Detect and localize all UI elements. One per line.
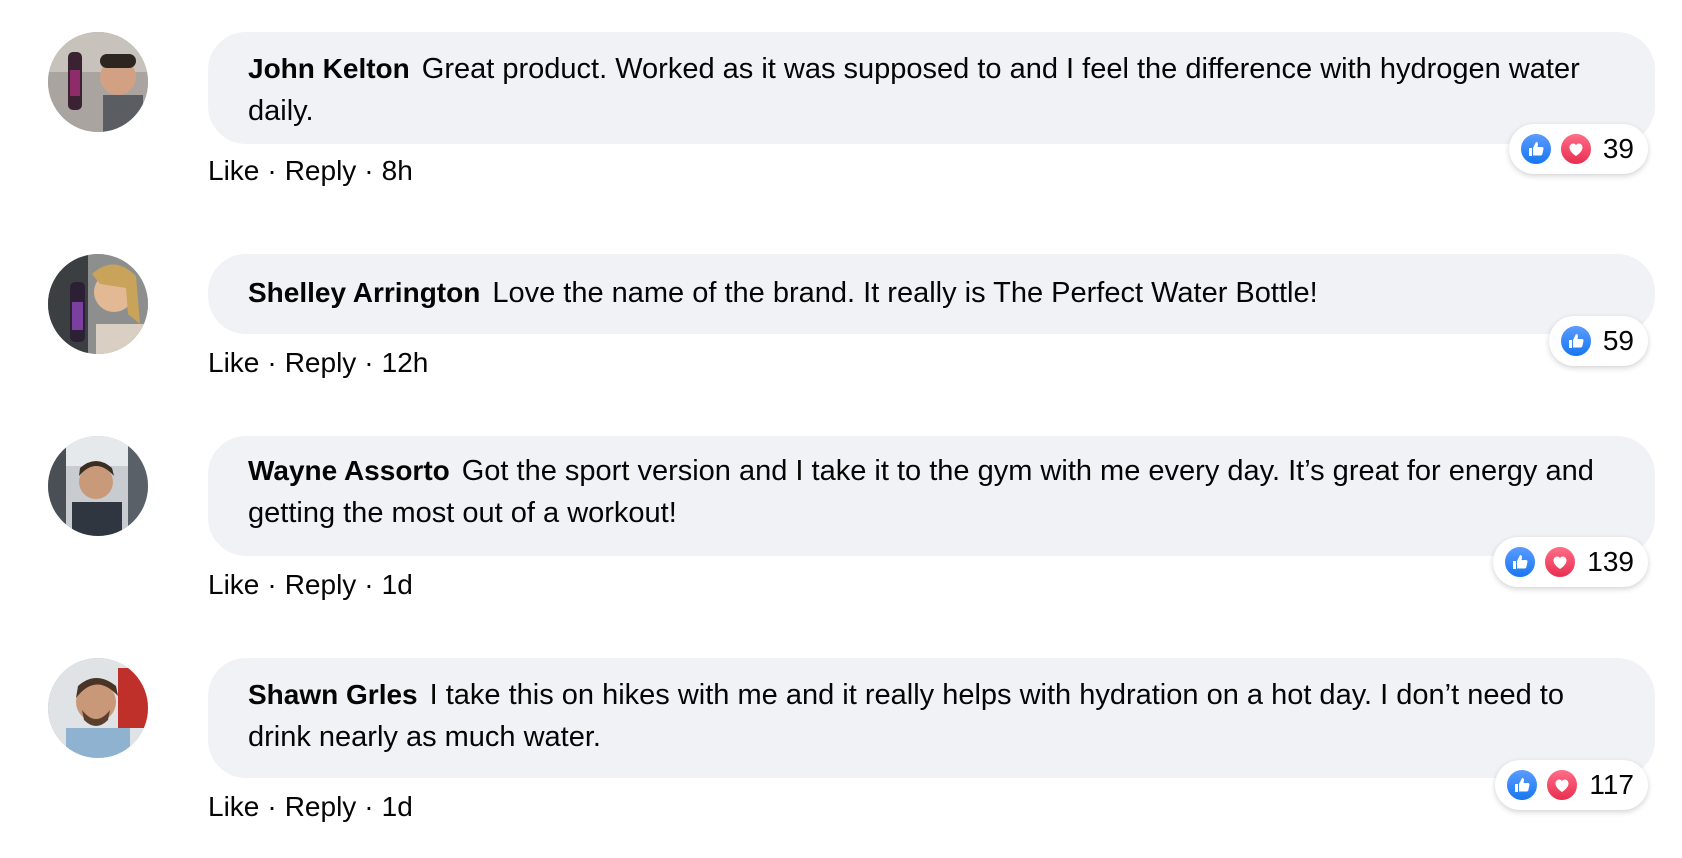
comment-text: Wayne Assorto Got the sport version and I… — [248, 450, 1611, 534]
timestamp[interactable]: 1d — [382, 569, 413, 601]
like-button[interactable]: Like — [208, 791, 259, 823]
reaction-summary[interactable]: 39 — [1508, 124, 1648, 174]
like-icon — [1503, 545, 1538, 579]
reaction-count: 59 — [1602, 325, 1634, 356]
separator: · — [364, 347, 374, 378]
comment-body: Love the name of the brand. It really is… — [492, 277, 1318, 309]
reply-button[interactable]: Reply — [285, 569, 357, 601]
separator: · — [364, 569, 374, 600]
comment-author[interactable]: Wayne Assorto — [248, 455, 450, 486]
comment-bubble: Shawn Grles I take this on hikes with me … — [208, 658, 1655, 778]
separator: · — [364, 791, 374, 822]
avatar-photo — [48, 32, 148, 132]
comment-bubble: Wayne Assorto Got the sport version and I… — [208, 436, 1655, 556]
love-icon — [1545, 768, 1580, 802]
avatar[interactable] — [48, 32, 148, 132]
reaction-count: 117 — [1589, 769, 1634, 800]
comment-author[interactable]: John Kelton — [248, 53, 410, 84]
comment-text: John Kelton Great product. Worked as it w… — [248, 48, 1611, 132]
separator: · — [267, 569, 277, 600]
comment-bubble: John Kelton Great product. Worked as it w… — [208, 32, 1655, 144]
like-button[interactable]: Like — [208, 155, 259, 187]
timestamp[interactable]: 1d — [382, 791, 413, 823]
like-button[interactable]: Like — [208, 569, 259, 601]
avatar[interactable] — [48, 436, 148, 536]
comment-text: Shawn Grles I take this on hikes with me … — [248, 674, 1611, 758]
reply-button[interactable]: Reply — [285, 791, 357, 823]
avatar-photo — [48, 658, 148, 758]
reaction-summary[interactable]: 117 — [1495, 760, 1648, 810]
reaction-summary[interactable]: 139 — [1493, 537, 1648, 587]
comment-actions: Like · Reply · 8h — [208, 155, 413, 187]
like-button[interactable]: Like — [208, 347, 259, 379]
comment-actions: Like · Reply · 1d — [208, 569, 413, 601]
timestamp[interactable]: 12h — [382, 347, 429, 379]
comment-text: Shelley Arrington Love the name of the br… — [248, 272, 1611, 314]
reaction-summary[interactable]: 59 — [1548, 316, 1648, 366]
like-icon — [1505, 768, 1540, 802]
avatar[interactable] — [48, 658, 148, 758]
reaction-count: 139 — [1587, 546, 1634, 577]
timestamp[interactable]: 8h — [382, 155, 413, 187]
avatar[interactable] — [48, 254, 148, 354]
love-icon — [1543, 545, 1578, 579]
like-icon — [1518, 132, 1553, 166]
separator: · — [364, 155, 374, 186]
avatar-photo — [48, 436, 148, 536]
separator: · — [267, 347, 277, 378]
comment-body: Great product. Worked as it was supposed… — [248, 53, 1580, 127]
comment-actions: Like · Reply · 12h — [208, 347, 428, 379]
reply-button[interactable]: Reply — [285, 155, 357, 187]
comment-author[interactable]: Shelley Arrington — [248, 277, 480, 308]
comment-author[interactable]: Shawn Grles — [248, 679, 418, 710]
comment-actions: Like · Reply · 1d — [208, 791, 413, 823]
like-icon — [1558, 324, 1593, 358]
avatar-photo — [48, 254, 148, 354]
reply-button[interactable]: Reply — [285, 347, 357, 379]
comment-bubble: Shelley Arrington Love the name of the br… — [208, 254, 1655, 334]
comment-body: I take this on hikes with me and it real… — [248, 679, 1564, 753]
love-icon — [1558, 132, 1593, 166]
reaction-count: 39 — [1602, 133, 1634, 164]
separator: · — [267, 155, 277, 186]
separator: · — [267, 791, 277, 822]
